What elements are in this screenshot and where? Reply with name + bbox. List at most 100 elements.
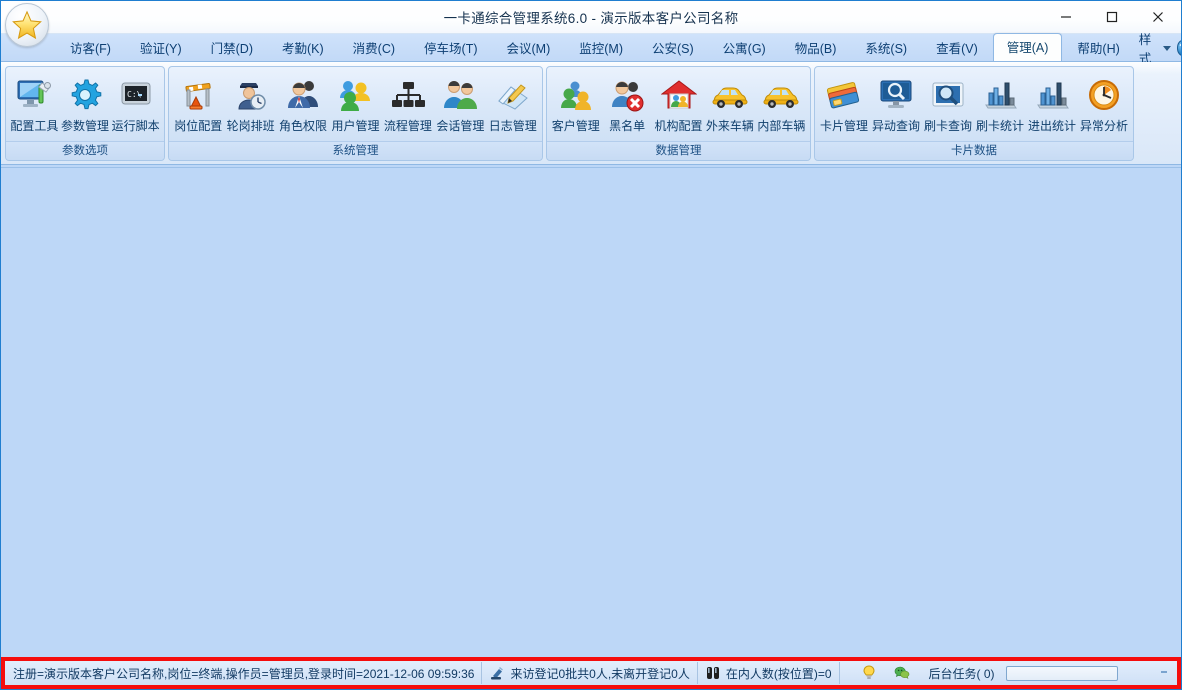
tab-system[interactable]: 系统(S) [851, 35, 921, 61]
maximize-button[interactable] [1089, 1, 1135, 33]
ribbon-group-items: 配置工具 参数管理 C:\ 运行脚本 [6, 67, 164, 141]
ribbon-button-label: 进出统计 [1027, 119, 1076, 133]
visitor-stamp-icon [491, 667, 504, 680]
ribbon-button-swipe-query[interactable]: 刷卡查询 [922, 71, 974, 135]
star-icon [12, 10, 42, 40]
ribbon-group-parameter-options: 配置工具 参数管理 C:\ 运行脚本 参数选项 [5, 66, 165, 161]
bar-chart-icon [1032, 75, 1072, 115]
tab-attendance[interactable]: 考勤(K) [268, 35, 338, 61]
car-yellow-icon [761, 75, 801, 115]
tab-meeting[interactable]: 会议(M) [493, 35, 565, 61]
tab-public-security[interactable]: 公安(S) [638, 35, 708, 61]
wechat-icon[interactable] [894, 665, 910, 681]
ribbon-button-user-management[interactable]: 用户管理 [329, 71, 381, 135]
ribbon-button-external-vehicle[interactable]: 外来车辆 [704, 71, 755, 135]
ribbon-button-label: 刷卡查询 [923, 119, 972, 133]
status-visitor-registration[interactable]: 来访登记0批共0人,未离开登记0人 [482, 662, 698, 684]
ribbon-button-label: 角色权限 [279, 119, 328, 133]
ribbon-group-caption: 系统管理 [169, 141, 542, 160]
lightbulb-icon[interactable] [861, 665, 877, 681]
ribbon-button-entry-exit-statistics[interactable]: 进出统计 [1026, 71, 1078, 135]
ribbon-group-items: 岗位配置 轮岗排班 角色权限 用户管理 流程管理 会话管理 日志管理 [169, 67, 542, 141]
ribbon-button-label: 运行脚本 [111, 119, 160, 133]
ribbon-button-swipe-statistics[interactable]: 刷卡统计 [974, 71, 1026, 135]
status-registration-info: 注册=演示版本客户公司名称,岗位=终端,操作员=管理员,登录时间=2021-12… [6, 662, 483, 684]
tab-help[interactable]: 帮助(H) [1063, 35, 1133, 61]
ribbon-group-caption: 数据管理 [547, 141, 810, 160]
tab-monitoring[interactable]: 监控(M) [565, 35, 637, 61]
ribbon-button-label: 岗位配置 [174, 119, 223, 133]
tab-visitor[interactable]: 访客(F) [56, 35, 125, 61]
officer-clock-icon [231, 75, 271, 115]
chevron-down-icon[interactable] [1162, 45, 1171, 51]
ribbon-button-session-management[interactable]: 会话管理 [434, 71, 486, 135]
ribbon-button-blacklist[interactable]: 黑名单 [601, 71, 652, 135]
ribbon-button-change-query[interactable]: 异动查询 [870, 71, 922, 135]
tab-items[interactable]: 物品(B) [781, 35, 851, 61]
car-yellow-icon [710, 75, 750, 115]
close-button[interactable] [1135, 1, 1181, 33]
ribbon-button-label: 异动查询 [871, 119, 920, 133]
ribbon-button-card-management[interactable]: 卡片管理 [818, 71, 870, 135]
ribbon-button-customer-management[interactable]: 客户管理 [550, 71, 601, 135]
ribbon-group-card-data: 卡片管理 异动查询 刷卡查询 刷卡统计 进出统计 异常分析 卡片数据 [814, 66, 1134, 161]
house-org-icon [659, 75, 699, 115]
barrier-post-icon [178, 75, 218, 115]
maximize-icon [1106, 11, 1118, 23]
tab-strip-right-tools: 样式 ? [1135, 33, 1181, 66]
ribbon-button-role-permission[interactable]: 角色权限 [277, 71, 329, 135]
users-group-icon [335, 75, 375, 115]
ribbon-button-shift-rotation[interactable]: 轮岗排班 [224, 71, 276, 135]
ribbon-button-log-management[interactable]: 日志管理 [487, 71, 539, 135]
tab-parking[interactable]: 停车场(T) [410, 35, 491, 61]
ribbon-button-parameter-manage[interactable]: 参数管理 [60, 71, 111, 135]
ribbon-button-label: 日志管理 [488, 119, 537, 133]
ribbon-group-caption: 卡片数据 [815, 141, 1133, 160]
ribbon-button-workflow-management[interactable]: 流程管理 [382, 71, 434, 135]
ribbon-button-config-tool[interactable]: 配置工具 [9, 71, 60, 135]
ribbon-group-items: 客户管理 黑名单 机构配置 外来车辆 内部车辆 [547, 67, 810, 141]
ribbon-button-label: 参数管理 [61, 119, 110, 133]
ribbon-button-organization-config[interactable]: 机构配置 [653, 71, 704, 135]
clock-orange-icon [1084, 75, 1124, 115]
tab-apartment[interactable]: 公寓(G) [709, 35, 780, 61]
status-inside-count[interactable]: 在内人数(按位置)=0 [698, 662, 840, 684]
status-inside-text: 在内人数(按位置)=0 [725, 666, 832, 681]
help-circle-icon[interactable]: ? [1176, 40, 1181, 56]
ribbon-button-label: 流程管理 [383, 119, 432, 133]
status-bar: 注册=演示版本客户公司名称,岗位=终端,操作员=管理员,登录时间=2021-12… [1, 657, 1181, 689]
gear-icon [65, 75, 105, 115]
pencil-notebook-icon [493, 75, 533, 115]
ribbon-button-label: 卡片管理 [819, 119, 868, 133]
application-menu-button[interactable] [5, 3, 49, 47]
cards-stack-icon [824, 75, 864, 115]
tab-management[interactable]: 管理(A) [992, 33, 1063, 61]
resize-grip-icon[interactable] [1159, 670, 1169, 676]
ribbon-button-label: 机构配置 [654, 119, 703, 133]
ribbon-button-run-script[interactable]: C:\ 运行脚本 [110, 71, 161, 135]
ribbon-button-label: 异常分析 [1079, 119, 1128, 133]
two-people-dark-icon [706, 667, 719, 679]
ribbon-button-post-config[interactable]: 岗位配置 [172, 71, 224, 135]
ribbon-button-internal-vehicle[interactable]: 内部车辆 [756, 71, 807, 135]
workspace-area [1, 167, 1181, 657]
background-task-progressbar [1005, 665, 1118, 681]
console-script-icon: C:\ [116, 75, 156, 115]
ribbon-button-label: 用户管理 [331, 119, 380, 133]
bar-chart-icon [980, 75, 1020, 115]
ribbon-group-system-management: 岗位配置 轮岗排班 角色权限 用户管理 流程管理 会话管理 日志管理 系统管理 [168, 66, 543, 161]
minimize-button[interactable] [1043, 1, 1089, 33]
tab-verify[interactable]: 验证(Y) [126, 35, 196, 61]
status-task-label: 后台任务( 0) [928, 666, 995, 681]
minimize-icon [1061, 16, 1071, 18]
ribbon-button-label: 内部车辆 [757, 119, 806, 133]
tab-view[interactable]: 查看(V) [922, 35, 992, 61]
screen-magnifier-icon [928, 75, 968, 115]
ribbon-button-label: 客户管理 [551, 119, 600, 133]
ribbon-button-label: 刷卡统计 [975, 119, 1024, 133]
ribbon-button-exception-analysis[interactable]: 异常分析 [1078, 71, 1130, 135]
tab-consumption[interactable]: 消费(C) [339, 35, 409, 61]
two-persons-suit-icon [283, 75, 323, 115]
user-blocked-icon [607, 75, 647, 115]
tab-access-control[interactable]: 门禁(D) [197, 35, 267, 61]
